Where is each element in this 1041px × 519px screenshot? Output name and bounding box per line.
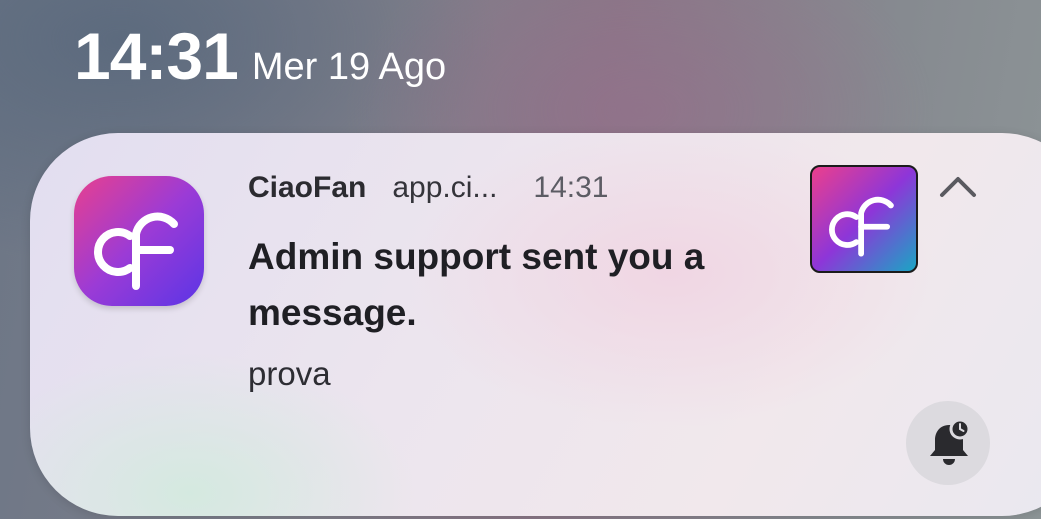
ciaofan-logo-icon xyxy=(829,196,894,257)
chevron-up-icon xyxy=(940,177,976,197)
lockscreen-date: Mer 19 Ago xyxy=(251,46,447,88)
notification-thumbnail xyxy=(810,165,918,273)
notification-body: prova xyxy=(248,355,331,392)
notification-header: CiaoFan app.ci... 14:31 xyxy=(248,171,609,205)
notification-time: 14:31 xyxy=(533,171,609,204)
notification-card[interactable]: CiaoFan app.ci... 14:31 Admin support se… xyxy=(30,133,1041,516)
app-name: CiaoFan xyxy=(248,171,367,204)
notification-title: Admin support sent you a message. xyxy=(248,236,705,333)
snooze-button[interactable] xyxy=(906,401,990,485)
app-url: app.ci... xyxy=(392,171,498,204)
lockscreen-status: 14:31 Mer 19 Ago xyxy=(74,18,446,94)
collapse-button[interactable] xyxy=(936,169,980,205)
bell-snooze-icon xyxy=(930,419,971,465)
lockscreen-clock: 14:31 xyxy=(74,19,239,93)
ciaofan-logo-icon xyxy=(74,176,204,306)
